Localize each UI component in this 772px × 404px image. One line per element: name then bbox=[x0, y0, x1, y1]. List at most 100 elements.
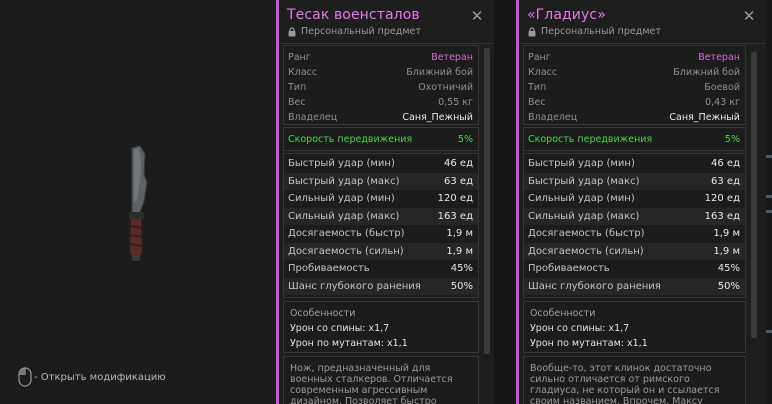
stat-row: Досягаемость (быстр) 1,9 м bbox=[524, 225, 745, 242]
info-key: Ранг bbox=[288, 51, 311, 63]
stat-row: Быстрый удар (макс) 63 ед bbox=[524, 172, 745, 190]
stat-row: Быстрый удар (макс) 63 ед bbox=[284, 172, 478, 190]
info-row-type: Тип Охотничий bbox=[284, 79, 478, 95]
info-row-type: Тип Боевой bbox=[524, 79, 745, 95]
stat-row: Пробиваемость 45% bbox=[284, 260, 478, 277]
stat-key: Пробиваемость bbox=[288, 263, 370, 274]
features-title: Особенности bbox=[530, 308, 596, 319]
stat-row: Пробиваемость 45% bbox=[524, 260, 745, 277]
open-modification-label: - Открыть модификацию bbox=[34, 371, 166, 383]
stat-value: 163 ед bbox=[437, 210, 473, 222]
info-value: Ветеран bbox=[698, 51, 740, 63]
stat-value: 45% bbox=[450, 263, 473, 274]
panel-gap bbox=[494, 0, 516, 404]
stat-value: 1,9 м bbox=[713, 228, 740, 239]
stat-key: Шанс глубокого ранения bbox=[528, 280, 661, 292]
stat-key: Досягаемость (сильн) bbox=[288, 245, 404, 257]
stat-value: 63 ед bbox=[711, 175, 740, 187]
stat-value: 1,9 м bbox=[713, 245, 740, 257]
stats-section: Быстрый удар (мин) 46 ед Быстрый удар (ма… bbox=[523, 153, 746, 298]
stat-value: 45% bbox=[717, 263, 740, 274]
stat-key: Быстрый удар (мин) bbox=[288, 158, 395, 169]
stat-value: 63 ед bbox=[444, 175, 473, 187]
features-section: Особенности Урон со спины: x1,7 Урон по … bbox=[283, 301, 479, 353]
info-key: Тип bbox=[528, 81, 547, 93]
stats-section: Быстрый удар (мин) 46 ед Быстрый удар (ма… bbox=[283, 153, 479, 298]
close-icon[interactable]: ✕ bbox=[742, 9, 756, 24]
info-key: Класс bbox=[528, 66, 558, 78]
stat-key: Досягаемость (быстр) bbox=[528, 228, 645, 239]
speed-key: Скорость передвижения bbox=[528, 133, 653, 145]
stat-row: Шанс глубокого ранения 50% bbox=[284, 277, 478, 295]
info-row-rank: Ранг Ветеран bbox=[524, 49, 745, 65]
lock-icon bbox=[528, 26, 536, 36]
description-section: Вообще-то, этот клинок достаточно сильно… bbox=[523, 356, 746, 404]
speed-value: 5% bbox=[457, 133, 473, 145]
info-key: Ранг bbox=[528, 51, 551, 63]
stat-value: 163 ед bbox=[704, 210, 740, 222]
info-row-weight: Вес 0,55 кг bbox=[284, 94, 478, 110]
info-row-weight: Вес 0,43 кг bbox=[524, 94, 745, 110]
stat-key: Быстрый удар (мин) bbox=[528, 158, 635, 169]
info-row-owner: Владелец Саня_Пежный bbox=[524, 109, 745, 125]
personal-item-label: Персональный предмет bbox=[288, 26, 421, 37]
item-title: «Гладиус» bbox=[527, 7, 606, 23]
stat-key: Пробиваемость bbox=[528, 263, 610, 274]
stat-row: Сильный удар (мин) 120 ед bbox=[284, 190, 478, 207]
info-key: Тип bbox=[288, 81, 307, 93]
stat-value: 1,9 м bbox=[446, 245, 473, 257]
info-value: Ближний бой bbox=[673, 66, 740, 78]
info-key: Класс bbox=[288, 66, 318, 78]
info-key: Владелец bbox=[288, 111, 338, 123]
feature-line: Урон со спины: x1,7 bbox=[290, 323, 390, 334]
stat-row: Досягаемость (сильн) 1,9 м bbox=[524, 242, 745, 260]
info-value: Саня_Пежный bbox=[402, 111, 473, 123]
info-key: Вес bbox=[288, 96, 306, 108]
card-header: Тесак военсталов ✕ Персональный предмет bbox=[279, 0, 494, 44]
speed-value: 5% bbox=[724, 133, 740, 145]
item-card-tesak: Тесак военсталов ✕ Персональный предмет … bbox=[276, 0, 494, 404]
item-description: Вообще-то, этот клинок достаточно сильно… bbox=[530, 363, 720, 404]
personal-item-text: Персональный предмет bbox=[541, 26, 661, 37]
stat-value: 120 ед bbox=[704, 193, 740, 204]
personal-item-text: Персональный предмет bbox=[301, 26, 421, 37]
info-row-owner: Владелец Саня_Пежный bbox=[284, 109, 478, 125]
info-key: Владелец bbox=[528, 111, 578, 123]
info-value: Саня_Пежный bbox=[669, 111, 740, 123]
stat-row: Сильный удар (макс) 163 ед bbox=[524, 207, 745, 225]
speed-section: Скорость передвижения 5% bbox=[283, 127, 479, 151]
close-icon[interactable]: ✕ bbox=[470, 9, 484, 24]
stat-value: 1,9 м bbox=[446, 228, 473, 239]
background-strip bbox=[766, 0, 772, 404]
stat-row: Сильный удар (мин) 120 ед bbox=[524, 190, 745, 207]
feature-line: Урон со спины: x1,7 bbox=[530, 323, 630, 334]
stat-row: Досягаемость (быстр) 1,9 м bbox=[284, 225, 478, 242]
stat-key: Сильный удар (мин) bbox=[528, 193, 635, 204]
speed-row: Скорость передвижения 5% bbox=[524, 131, 745, 147]
info-row-class: Класс Ближний бой bbox=[524, 64, 745, 80]
info-value: Боевой bbox=[704, 81, 740, 93]
scrollbar[interactable] bbox=[751, 52, 757, 338]
stat-row: Сильный удар (макс) 163 ед bbox=[284, 207, 478, 225]
card-body: Ранг Ветеран Класс Ближний бой Тип Охотничи… bbox=[279, 43, 479, 404]
stat-key: Досягаемость (сильн) bbox=[528, 245, 644, 257]
stat-row: Досягаемость (сильн) 1,9 м bbox=[284, 242, 478, 260]
info-value: 0,43 кг bbox=[705, 96, 740, 108]
item-card-gladius: «Гладиус» ✕ Персональный предмет Ранг Вет… bbox=[516, 0, 766, 404]
speed-key: Скорость передвижения bbox=[288, 133, 413, 145]
stat-value: 120 ед bbox=[437, 193, 473, 204]
info-key: Вес bbox=[528, 96, 546, 108]
mouse-icon bbox=[18, 367, 32, 387]
description-section: Нож, предназначенный для военных сталкер… bbox=[283, 356, 479, 404]
info-value: Охотничий bbox=[418, 81, 473, 93]
stat-value: 50% bbox=[717, 280, 740, 292]
lock-icon bbox=[288, 26, 296, 36]
scrollbar[interactable] bbox=[484, 48, 490, 354]
personal-item-label: Персональный предмет bbox=[528, 26, 661, 37]
features-section: Особенности Урон со спины: x1,7 Урон по … bbox=[523, 301, 746, 353]
card-header: «Гладиус» ✕ Персональный предмет bbox=[519, 0, 766, 44]
open-modification-hint[interactable]: - Открыть модификацию bbox=[18, 367, 166, 387]
card-body: Ранг Ветеран Класс Ближний бой Тип Боевой В… bbox=[519, 43, 746, 404]
item-title: Тесак военсталов bbox=[287, 7, 420, 23]
stat-row: Быстрый удар (мин) 46 ед bbox=[284, 155, 478, 172]
